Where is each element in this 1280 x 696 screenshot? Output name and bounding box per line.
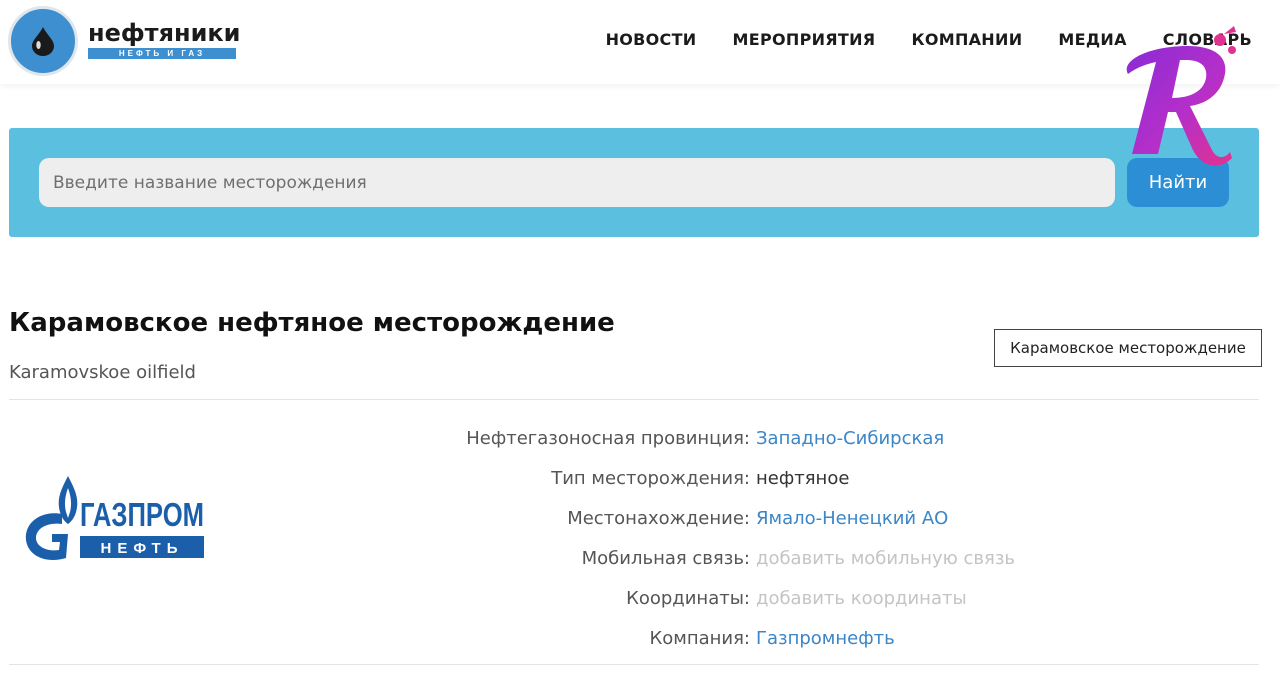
company-link[interactable]: Газпромнефть — [756, 628, 895, 649]
info-label: Мобильная связь: — [581, 547, 750, 569]
search-band: Найти — [9, 128, 1259, 237]
oil-drop-icon — [32, 27, 54, 56]
field-info: Нефтегазоносная провинция: Западно-Сибир… — [400, 418, 1100, 658]
site-header: нефтяники НЕФТЬ И ГАЗ НОВОСТИ МЕРОПРИЯТИ… — [0, 0, 1280, 84]
logo-text: нефтяники НЕФТЬ И ГАЗ — [88, 20, 241, 59]
page-subtitle: Karamovskoe oilfield — [9, 362, 196, 383]
add-mobile-link[interactable]: добавить мобильную связь — [756, 548, 1015, 569]
info-label: Координаты: — [626, 587, 750, 609]
info-row-mobile: Мобильная связь: добавить мобильную связ… — [400, 538, 1100, 578]
field-tag[interactable]: Карамовское месторождение — [994, 329, 1262, 367]
province-link[interactable]: Западно-Сибирская — [756, 428, 944, 449]
site-logo[interactable]: нефтяники НЕФТЬ И ГАЗ — [8, 6, 241, 76]
location-link[interactable]: Ямало-Ненецкий АО — [756, 508, 948, 529]
gazprom-neft-logo: ГАЗПРОМ НЕФТЬ — [25, 476, 204, 560]
logo-title: нефтяники — [88, 18, 241, 47]
info-label: Нефтегазоносная провинция: — [466, 427, 750, 449]
info-label: Компания: — [649, 627, 750, 649]
logo-line2: НЕФТЬ — [100, 540, 183, 557]
info-row-coordinates: Координаты: добавить координаты — [400, 578, 1100, 618]
add-coordinates-link[interactable]: добавить координаты — [756, 588, 967, 609]
nav-item-companies[interactable]: КОМПАНИИ — [911, 30, 1022, 49]
info-label: Тип месторождения: — [551, 467, 750, 489]
logo-subtitle: НЕФТЬ И ГАЗ — [88, 47, 236, 59]
divider-top — [9, 399, 1259, 400]
page-title: Карамовское нефтяное месторождение — [9, 308, 615, 338]
search-input[interactable] — [39, 158, 1115, 207]
info-row-province: Нефтегазоносная провинция: Западно-Сибир… — [400, 418, 1100, 458]
divider-bottom — [9, 664, 1259, 665]
type-value: нефтяное — [756, 467, 850, 489]
logo-line1: ГАЗПРОМ — [80, 496, 204, 533]
nav-item-news[interactable]: НОВОСТИ — [606, 30, 697, 49]
info-row-location: Местонахождение: Ямало-Ненецкий АО — [400, 498, 1100, 538]
nav-item-events[interactable]: МЕРОПРИЯТИЯ — [733, 30, 876, 49]
info-label: Местонахождение: — [567, 507, 750, 529]
info-row-type: Тип месторождения: нефтяное — [400, 458, 1100, 498]
info-row-company: Компания: Газпромнефть — [400, 618, 1100, 658]
logo-circle — [8, 6, 78, 76]
r-badge-icon — [1126, 26, 1236, 166]
